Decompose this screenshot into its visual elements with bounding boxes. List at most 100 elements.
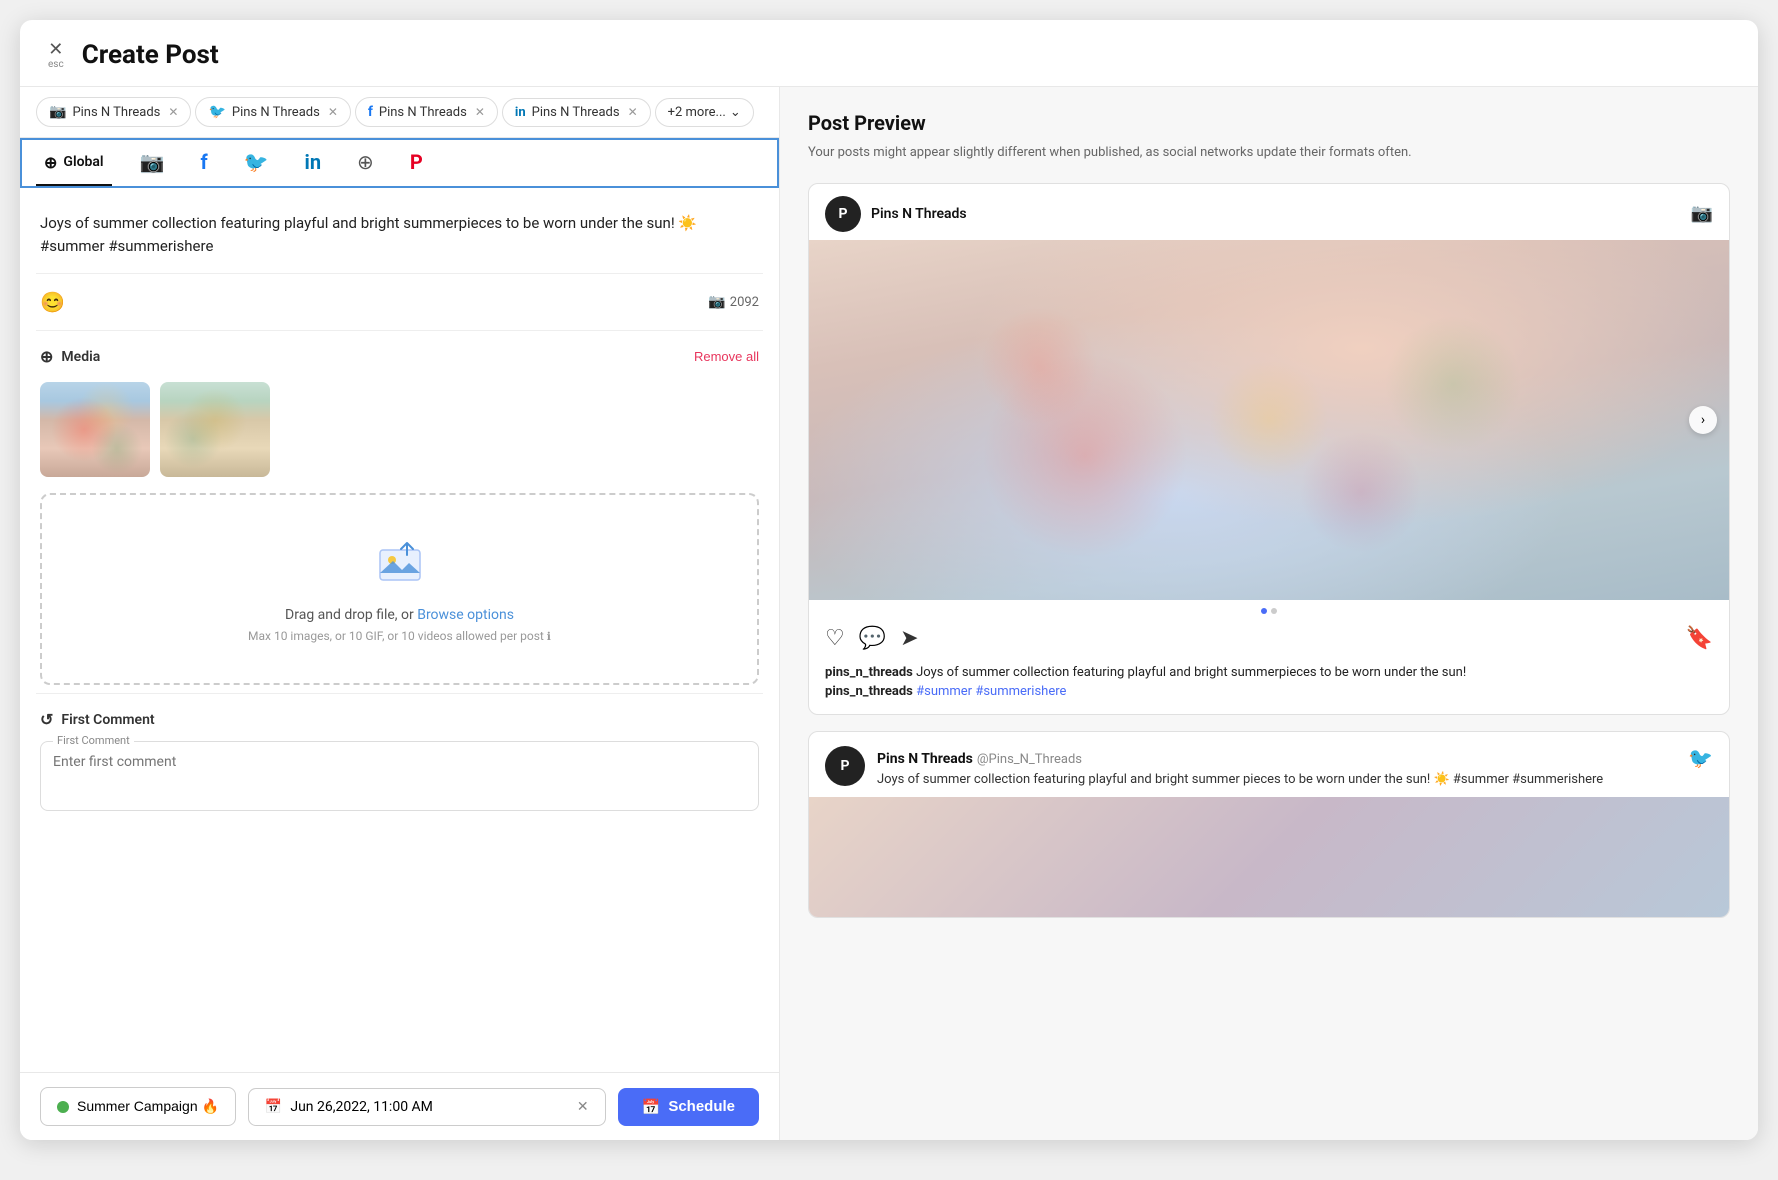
drop-zone[interactable]: Drag and drop file, or Browse options Ma… (40, 493, 759, 685)
first-comment-section: ↺ First Comment First Comment (36, 702, 763, 811)
esc-label: esc (48, 59, 64, 70)
ig-preview-image: › (809, 240, 1729, 600)
first-comment-label: First Comment (61, 712, 154, 728)
facebook-icon: f (368, 104, 373, 120)
schedule-calendar-icon: 📅 (642, 1098, 661, 1116)
char-count-value: 2092 (730, 295, 759, 310)
tab-more-label: +2 more... (668, 105, 726, 120)
platform-tabs: ⊕ Global 📷 f 🐦 in ⊕ (20, 138, 779, 188)
tab-global[interactable]: ⊕ Global (36, 141, 112, 186)
fb-platform-icon: f (200, 150, 207, 174)
tw-platform-icon: 🐦 (1688, 746, 1713, 770)
tw-image-preview (809, 797, 1729, 917)
calendar-icon: 📅 (265, 1099, 282, 1115)
tw-info: Pins N Threads @Pins_N_Threads 🐦 Joys of… (877, 746, 1713, 790)
dot-2 (1271, 608, 1277, 614)
threads-platform-icon: ⊕ (357, 150, 374, 174)
ig-share-icon[interactable]: ➤ (900, 626, 918, 651)
tab-li-label: Pins N Threads (532, 105, 620, 120)
tab-tw-platform[interactable]: 🐦 (236, 138, 277, 188)
tab-more-button[interactable]: +2 more... ⌄ (655, 98, 754, 127)
ig-hashtags: #summer #summerishere (916, 684, 1066, 699)
browse-options-link[interactable]: Browse options (417, 607, 514, 623)
tab-ig-label: Pins N Threads (72, 105, 160, 120)
close-icon: ✕ (48, 41, 63, 59)
tab-tw-close[interactable]: ✕ (328, 105, 338, 119)
ig-card-platform-icon: 📷 (1691, 203, 1713, 224)
content-area: Joys of summer collection featuring play… (20, 188, 779, 1072)
first-comment-header: ↺ First Comment (36, 702, 763, 737)
ig-caption-user: pins_n_threads (825, 665, 913, 680)
tab-threads-platform[interactable]: ⊕ (349, 138, 382, 188)
first-comment-textarea[interactable] (53, 754, 746, 794)
modal-header: ✕ esc Create Post (20, 20, 1758, 87)
tw-platform-icon: 🐦 (244, 150, 269, 174)
tab-ig-close[interactable]: ✕ (168, 105, 178, 119)
media-thumb-2[interactable] (160, 382, 270, 477)
ig-platform-icon: 📷 (140, 150, 165, 174)
twitter-preview-card: P Pins N Threads @Pins_N_Threads 🐦 Joys … (808, 731, 1730, 919)
post-text: Joys of summer collection featuring play… (36, 204, 763, 265)
preview-subtitle: Your posts might appear slightly differe… (808, 143, 1730, 163)
schedule-time-button[interactable]: 📅 Jun 26,2022, 11:00 AM ✕ (248, 1088, 606, 1126)
ig-caption: pins_n_threads Joys of summer collection… (809, 659, 1729, 714)
campaign-button[interactable]: Summer Campaign 🔥 (40, 1087, 236, 1126)
campaign-dot (57, 1101, 69, 1113)
first-comment-field-label: First Comment (53, 734, 134, 747)
modal-body: 📷 Pins N Threads ✕ 🐦 Pins N Threads ✕ f … (20, 87, 1758, 1140)
dot-1 (1261, 608, 1267, 614)
char-count: 📷 2092 (708, 294, 759, 310)
drop-subtext: Max 10 images, or 10 GIF, or 10 videos a… (62, 629, 737, 643)
close-button[interactable]: ✕ esc (48, 41, 64, 70)
emoji-button[interactable]: 😊 (40, 290, 65, 314)
comment-icon: ↺ (40, 710, 53, 729)
right-panel: Post Preview Your posts might appear sli… (780, 87, 1758, 1140)
tab-li-close[interactable]: ✕ (628, 105, 638, 119)
tabs-row: 📷 Pins N Threads ✕ 🐦 Pins N Threads ✕ f … (20, 87, 779, 138)
tab-fb-platform[interactable]: f (192, 138, 215, 188)
remove-all-button[interactable]: Remove all (694, 349, 759, 364)
page-title: Create Post (82, 40, 219, 70)
ig-bookmark-icon[interactable]: 🔖 (1686, 626, 1713, 651)
tab-li-platform[interactable]: in (297, 138, 330, 188)
ig-comment-icon[interactable]: 💬 (859, 626, 886, 651)
drop-icon (62, 535, 737, 595)
media-header: ⊕ Media Remove all (36, 339, 763, 374)
clear-schedule-icon[interactable]: ✕ (577, 1099, 589, 1115)
emoji-char-row: 😊 📷 2092 (36, 282, 763, 322)
schedule-date-label: Jun 26,2022, 11:00 AM (290, 1099, 433, 1115)
tab-instagram[interactable]: 📷 Pins N Threads ✕ (36, 97, 191, 127)
tab-fb-label: Pins N Threads (379, 105, 467, 120)
media-label: ⊕ Media (40, 347, 100, 366)
tw-text: Joys of summer collection featuring play… (877, 770, 1713, 790)
ig-action-left: ♡ 💬 ➤ (825, 626, 919, 651)
tw-avatar: P (825, 746, 865, 786)
left-panel: 📷 Pins N Threads ✕ 🐦 Pins N Threads ✕ f … (20, 87, 780, 1140)
ig-caption-user-2: pins_n_threads (825, 684, 913, 699)
info-icon: ℹ (547, 630, 551, 643)
ig-account: P Pins N Threads (825, 196, 967, 232)
global-icon: ⊕ (44, 153, 57, 172)
tab-twitter[interactable]: 🐦 Pins N Threads ✕ (195, 97, 350, 127)
ig-like-icon[interactable]: ♡ (825, 626, 845, 651)
create-post-modal: ✕ esc Create Post 📷 Pins N Threads ✕ 🐦 P… (20, 20, 1758, 1140)
ig-card-header: P Pins N Threads 📷 (809, 184, 1729, 240)
tab-facebook[interactable]: f Pins N Threads ✕ (355, 97, 498, 127)
tab-ig-platform[interactable]: 📷 (132, 138, 173, 188)
tab-pinterest-platform[interactable]: P (402, 138, 431, 188)
tw-handle: @Pins_N_Threads (977, 752, 1082, 767)
instagram-preview-card: P Pins N Threads 📷 › ♡ (808, 183, 1730, 715)
tab-tw-label: Pins N Threads (232, 105, 320, 120)
ig-next-arrow[interactable]: › (1689, 406, 1717, 434)
media-thumbnails (36, 374, 763, 485)
tab-linkedin[interactable]: in Pins N Threads ✕ (502, 98, 651, 127)
first-comment-input-wrap: First Comment (40, 741, 759, 811)
schedule-button[interactable]: 📅 Schedule (618, 1088, 759, 1126)
ig-caption-body: Joys of summer collection featuring play… (916, 665, 1466, 680)
twitter-icon: 🐦 (208, 104, 225, 120)
pi-platform-icon: P (410, 150, 423, 174)
instagram-count-icon: 📷 (708, 294, 725, 310)
instagram-icon: 📷 (49, 104, 66, 120)
tab-fb-close[interactable]: ✕ (475, 105, 485, 119)
media-thumb-1[interactable] (40, 382, 150, 477)
